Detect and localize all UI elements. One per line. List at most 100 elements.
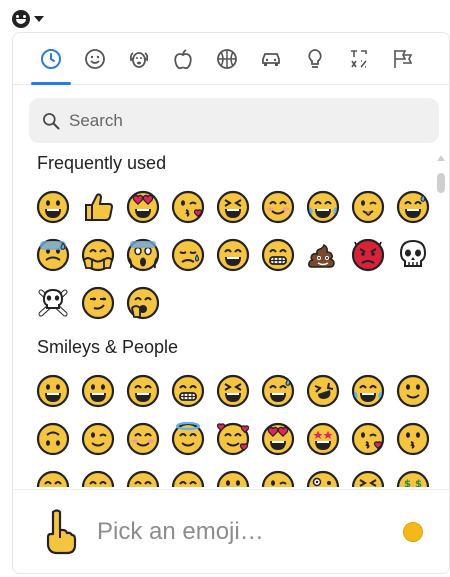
emoji-kissing[interactable] xyxy=(393,419,433,459)
scream-icon xyxy=(126,238,160,272)
rofl-icon xyxy=(306,374,340,408)
emoji-joy[interactable] xyxy=(348,371,388,411)
emoji-kissing-smiling[interactable] xyxy=(123,467,163,487)
skin-tone-selector[interactable] xyxy=(403,522,423,542)
money-mouth-icon: $ $ xyxy=(396,470,430,487)
emoji-rofl[interactable] xyxy=(303,371,343,411)
search-box[interactable] xyxy=(29,98,439,143)
emoji-sad-relieved[interactable] xyxy=(168,235,208,275)
preview-footer: Pick an emoji… xyxy=(13,489,449,573)
emoji-laughing[interactable] xyxy=(213,371,253,411)
emoji-grinning[interactable] xyxy=(33,371,73,411)
emoji-heart-eyes[interactable] xyxy=(258,419,298,459)
wink-tongue-icon xyxy=(351,190,385,224)
clock-icon xyxy=(41,49,61,69)
cold-sweat-icon xyxy=(36,238,70,272)
tab-food-drink[interactable] xyxy=(161,33,205,85)
emoji-scream[interactable] xyxy=(123,235,163,275)
emoji-squint-tongue[interactable] xyxy=(348,467,388,487)
scrollbar-thumb[interactable] xyxy=(437,173,445,193)
emoji-crossbones[interactable] xyxy=(33,283,73,323)
emoji-grinning[interactable] xyxy=(33,187,73,227)
chevron-down-icon xyxy=(34,16,44,22)
emoji-hugging[interactable] xyxy=(78,235,118,275)
smiling-hearts-icon xyxy=(216,422,250,456)
tab-flags[interactable] xyxy=(381,33,425,85)
emoji-relaxed[interactable] xyxy=(33,467,73,487)
search-input[interactable] xyxy=(69,110,409,131)
emoji-zany[interactable] xyxy=(303,467,343,487)
emoji-wink-tongue[interactable] xyxy=(258,467,298,487)
emoji-skull[interactable] xyxy=(393,235,433,275)
emoji-yawning[interactable] xyxy=(123,283,163,323)
emoji-cold-sweat[interactable] xyxy=(33,235,73,275)
tab-symbols[interactable] xyxy=(337,33,381,85)
tab-activity[interactable] xyxy=(205,33,249,85)
emoji-tongue[interactable] xyxy=(213,467,253,487)
category-tabs xyxy=(13,33,449,85)
emoji-sweat-smile[interactable] xyxy=(258,371,298,411)
upside-down-icon xyxy=(36,422,70,456)
relaxed-icon xyxy=(36,470,70,487)
emoji-wink[interactable] xyxy=(78,419,118,459)
emoji-smile[interactable] xyxy=(123,371,163,411)
emoji-grid: $ $ xyxy=(13,371,437,487)
scroll-up-arrow[interactable] xyxy=(437,155,445,161)
thumbs-up-icon xyxy=(85,193,114,221)
emoji-star-struck[interactable] xyxy=(303,419,343,459)
tab-animals-nature[interactable] xyxy=(117,33,161,85)
emoji-sweat-smile[interactable] xyxy=(393,187,433,227)
sweat-smile-icon xyxy=(261,374,295,408)
emoji-kissing-heart[interactable] xyxy=(348,419,388,459)
emoji-heart-eyes[interactable] xyxy=(123,187,163,227)
emoji-kissing-heart[interactable] xyxy=(168,187,208,227)
emoji-smiley[interactable] xyxy=(78,371,118,411)
blush-icon xyxy=(126,422,160,456)
section-title: Smileys & People xyxy=(37,337,179,357)
emoji-grid xyxy=(13,187,437,323)
poop-icon xyxy=(308,243,335,268)
squint-tongue-icon xyxy=(351,470,385,487)
emoji-smiling-hearts[interactable] xyxy=(213,419,253,459)
emoji-grin[interactable] xyxy=(258,235,298,275)
grinning-icon xyxy=(36,190,70,224)
emoji-poop[interactable] xyxy=(303,235,343,275)
emoji-thumbs-up[interactable] xyxy=(78,187,118,227)
smiley-icon xyxy=(85,49,105,69)
emoji-wink-tongue[interactable] xyxy=(348,187,388,227)
car-icon xyxy=(262,53,280,66)
emoji-innocent[interactable] xyxy=(168,419,208,459)
tab-frequently-used[interactable] xyxy=(29,33,73,85)
emoji-joy[interactable] xyxy=(303,187,343,227)
wink-icon xyxy=(81,422,115,456)
star-struck-icon xyxy=(306,422,340,456)
tongue-icon xyxy=(216,470,250,487)
emoji-laughing[interactable] xyxy=(213,187,253,227)
emoji-devil[interactable] xyxy=(348,235,388,275)
tab-objects[interactable] xyxy=(293,33,337,85)
emoji-blush[interactable] xyxy=(123,419,163,459)
emoji-smile[interactable] xyxy=(213,235,253,275)
emoji-blush[interactable] xyxy=(258,187,298,227)
pointing-up-icon xyxy=(46,508,77,554)
smile-icon xyxy=(216,238,250,272)
emoji-slightly-smiling[interactable] xyxy=(393,371,433,411)
tab-travel-places[interactable] xyxy=(249,33,293,85)
joy-icon xyxy=(351,374,385,408)
preview-label: Pick an emoji… xyxy=(97,517,264,545)
yum-icon xyxy=(171,470,205,487)
slightly-smiling-icon xyxy=(396,374,430,408)
dog-icon xyxy=(129,52,149,68)
svg-text:$: $ xyxy=(404,479,411,487)
tab-smileys-people[interactable] xyxy=(73,33,117,85)
emoji-smirk[interactable] xyxy=(78,283,118,323)
emoji-list[interactable]: Frequently used Smileys & People $ $ xyxy=(13,151,437,487)
basketball-icon xyxy=(217,49,237,69)
emoji-money-mouth[interactable]: $ $ xyxy=(393,467,433,487)
emoji-picker-trigger[interactable] xyxy=(12,10,44,28)
scrollbar[interactable] xyxy=(435,151,447,487)
emoji-grin[interactable] xyxy=(168,371,208,411)
emoji-yum[interactable] xyxy=(168,467,208,487)
emoji-kissing-closed-eyes[interactable] xyxy=(78,467,118,487)
emoji-upside-down[interactable] xyxy=(33,419,73,459)
